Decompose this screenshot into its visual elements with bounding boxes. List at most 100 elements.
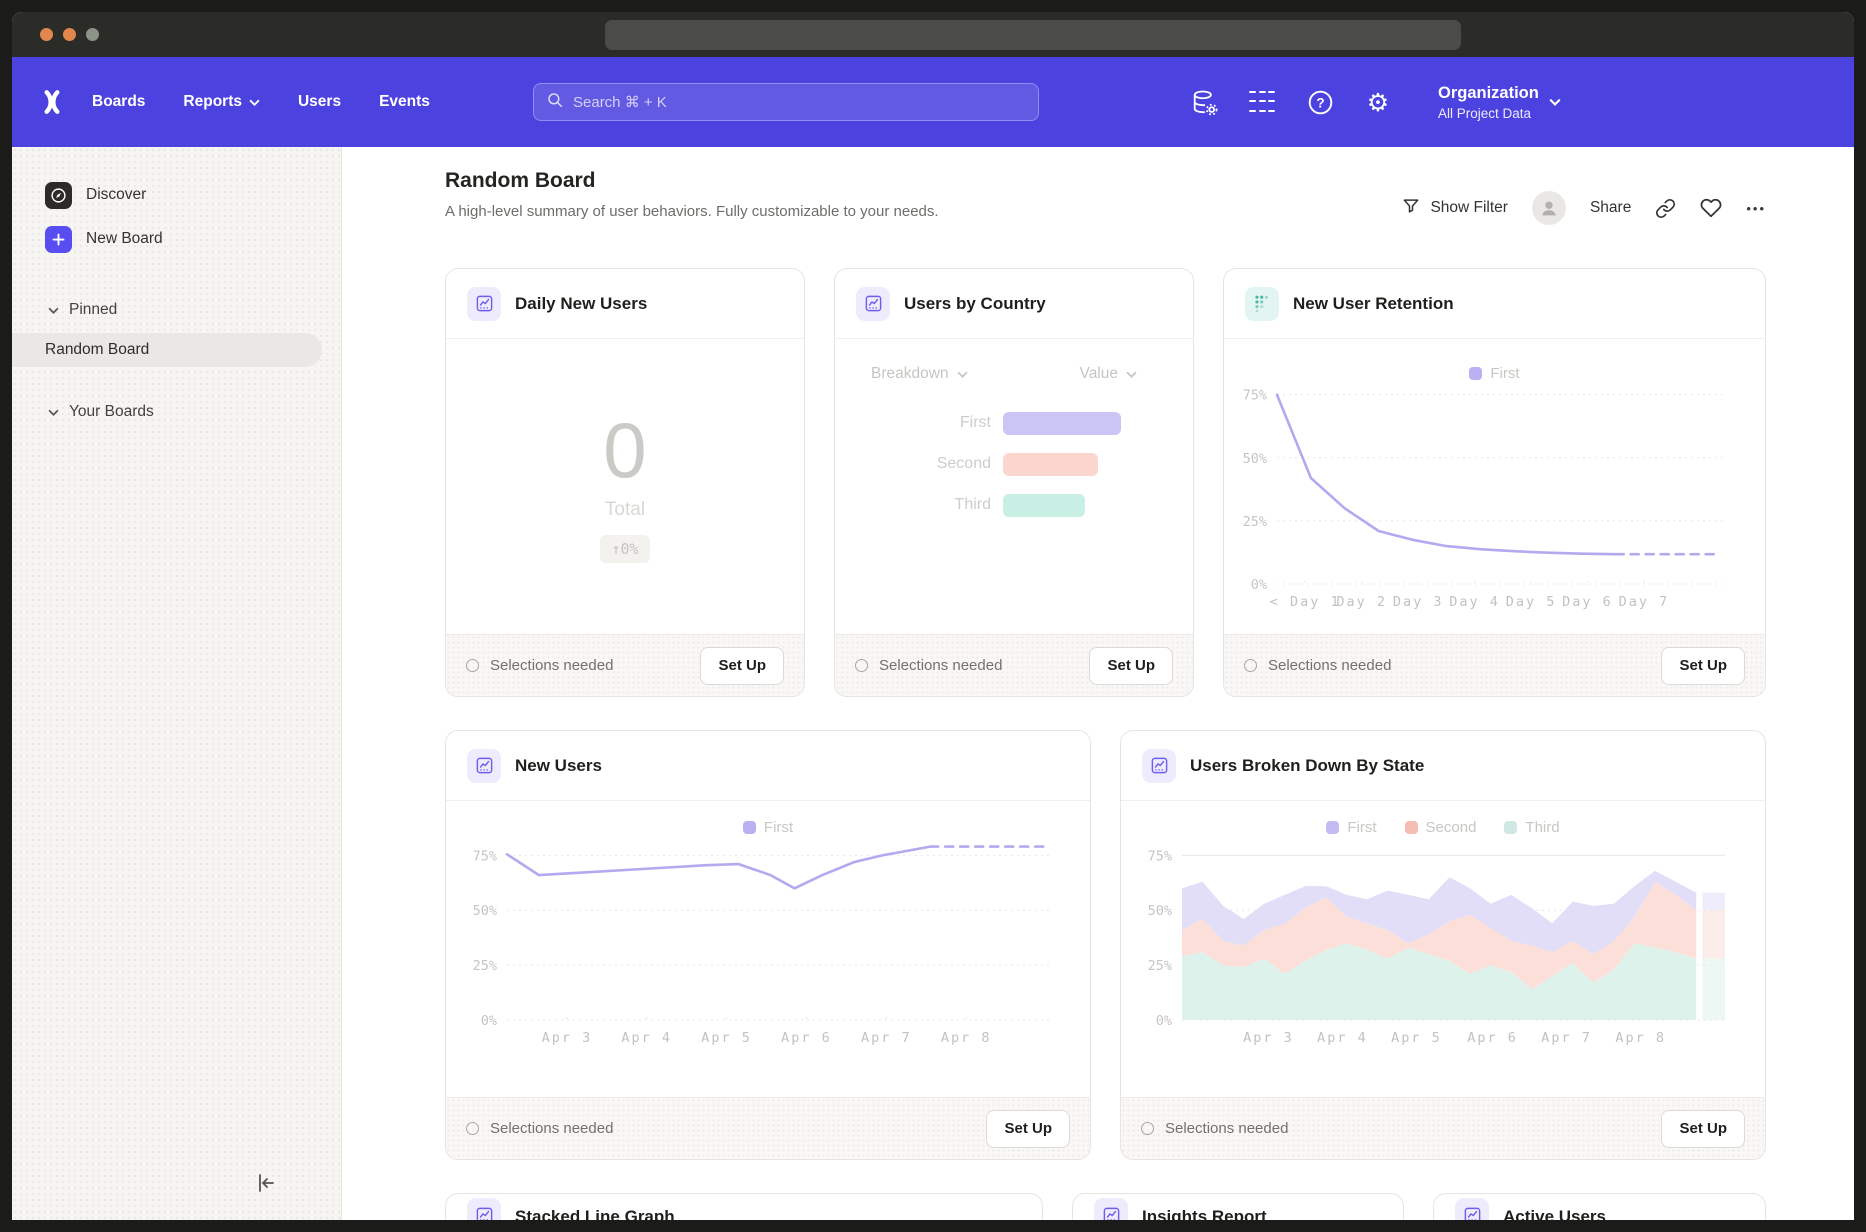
- svg-text:50%: 50%: [473, 903, 497, 919]
- avatar[interactable]: [1532, 191, 1566, 225]
- sidebar-section-pinned[interactable]: Pinned: [12, 301, 341, 319]
- svg-text:75%: 75%: [473, 848, 497, 864]
- card-header: Users Broken Down By State: [1121, 731, 1765, 801]
- nav-boards[interactable]: Boards: [92, 93, 145, 111]
- svg-text:< Day 1: < Day 1: [1270, 594, 1341, 610]
- card-header: Users by Country: [835, 269, 1193, 339]
- card-header: Stacked Line Graph: [446, 1194, 1042, 1220]
- sidebar-section-your-boards[interactable]: Your Boards: [12, 403, 341, 421]
- card-new-users: New Users First 75%50%25%0%Apr 3Apr 4Apr…: [445, 730, 1091, 1160]
- help-icon[interactable]: ?: [1306, 88, 1334, 116]
- show-filter-button[interactable]: Show Filter: [1401, 196, 1508, 221]
- card-active-users: Active Users: [1433, 1193, 1766, 1220]
- svg-text:50%: 50%: [1243, 451, 1267, 467]
- board-actions: Show Filter Share •••: [1401, 191, 1766, 225]
- card-insights-report: Insights Report: [1072, 1193, 1404, 1220]
- svg-text:Apr 8: Apr 8: [1615, 1030, 1666, 1046]
- svg-text:Day 7: Day 7: [1619, 594, 1670, 610]
- set-up-button[interactable]: Set Up: [1661, 1110, 1745, 1148]
- country-bar: [1003, 453, 1098, 476]
- chevron-down-icon: [957, 371, 968, 378]
- card-title: Users by Country: [904, 294, 1046, 314]
- new-users-chart: 75%50%25%0%Apr 3Apr 4Apr 5Apr 6Apr 7Apr …: [446, 801, 1090, 1097]
- sidebar-item-discover[interactable]: Discover: [12, 173, 341, 217]
- svg-text:0%: 0%: [481, 1013, 497, 1029]
- plus-icon: [45, 226, 72, 253]
- top-navbar: Boards Reports Users Events: [12, 57, 1854, 147]
- value-dropdown[interactable]: Value: [1080, 365, 1138, 383]
- navbar-right: ? ⚙ Organization All Project Data: [1190, 57, 1561, 147]
- page-title: Random Board: [445, 169, 939, 193]
- svg-text:Apr 8: Apr 8: [941, 1030, 992, 1046]
- country-row: First: [835, 411, 1193, 435]
- share-button[interactable]: Share: [1590, 199, 1631, 217]
- settings-gear-icon[interactable]: ⚙: [1364, 88, 1392, 116]
- card-body: First 75%50%25%0%< Day 1Day 2Day 3Day 4D…: [1224, 339, 1765, 634]
- sidebar-item-random-board[interactable]: Random Board: [12, 333, 322, 367]
- nav-reports[interactable]: Reports: [183, 93, 260, 111]
- share-label: Share: [1590, 199, 1631, 217]
- card-footer: Selections needed Set Up: [1224, 634, 1765, 696]
- window-button-1[interactable]: [40, 28, 53, 41]
- window-button-2[interactable]: [63, 28, 76, 41]
- set-up-button[interactable]: Set Up: [1661, 647, 1745, 685]
- favorite-heart-icon[interactable]: [1700, 197, 1722, 219]
- svg-text:Apr 4: Apr 4: [1317, 1030, 1368, 1046]
- card-footer: Selections needed Set Up: [446, 1097, 1090, 1159]
- svg-text:Apr 3: Apr 3: [542, 1030, 593, 1046]
- nav-users[interactable]: Users: [298, 93, 341, 111]
- country-bar-list: First Second Third: [835, 411, 1193, 517]
- svg-text:75%: 75%: [1243, 388, 1267, 404]
- country-row: Third: [835, 493, 1193, 517]
- country-row-label: Second: [835, 455, 991, 473]
- set-up-button[interactable]: Set Up: [1089, 647, 1173, 685]
- search-input[interactable]: [573, 94, 1026, 111]
- window-button-3[interactable]: [86, 28, 99, 41]
- svg-text:Apr 7: Apr 7: [861, 1030, 912, 1046]
- collapse-sidebar-icon[interactable]: [253, 1171, 277, 1200]
- breakdown-dropdown[interactable]: Breakdown: [871, 365, 968, 383]
- empty-circle-icon: [466, 659, 479, 672]
- discover-label: Discover: [86, 186, 146, 204]
- more-options-icon[interactable]: •••: [1746, 201, 1766, 216]
- svg-text:Day 3: Day 3: [1393, 594, 1444, 610]
- line-chart-icon: [1455, 1198, 1489, 1220]
- country-row-label: First: [835, 414, 991, 432]
- line-chart-icon: [467, 749, 501, 783]
- global-search[interactable]: [533, 83, 1039, 121]
- card-header: Active Users: [1434, 1194, 1765, 1220]
- svg-text:Apr 5: Apr 5: [701, 1030, 752, 1046]
- svg-text:Apr 6: Apr 6: [1467, 1030, 1518, 1046]
- svg-text:Apr 4: Apr 4: [621, 1030, 672, 1046]
- svg-text:Day 5: Day 5: [1506, 594, 1557, 610]
- card-footer: Selections needed Set Up: [835, 634, 1193, 696]
- copy-link-icon[interactable]: [1655, 198, 1676, 219]
- card-body: First 75%50%25%0%Apr 3Apr 4Apr 5Apr 6Apr…: [446, 801, 1090, 1097]
- nav-events-label: Events: [379, 93, 430, 111]
- set-up-button[interactable]: Set Up: [986, 1110, 1070, 1148]
- compass-icon: [45, 182, 72, 209]
- url-bar[interactable]: [605, 20, 1461, 50]
- line-chart-icon: [1142, 749, 1176, 783]
- sidebar-item-new-board[interactable]: New Board: [12, 217, 341, 261]
- set-up-button[interactable]: Set Up: [700, 647, 784, 685]
- org-switcher[interactable]: Organization All Project Data: [1438, 84, 1561, 121]
- card-body: FirstSecondThird 75%50%25%0%Apr 3Apr 4Ap…: [1121, 801, 1765, 1097]
- svg-text:75%: 75%: [1148, 848, 1172, 864]
- line-chart-icon: [856, 287, 890, 321]
- chevron-down-icon: [48, 409, 59, 416]
- mixpanel-logo-icon[interactable]: [34, 86, 70, 118]
- card-new-user-retention: New User Retention First 75%50%25%0%< Da…: [1223, 268, 1766, 697]
- apps-grid-icon[interactable]: [1248, 88, 1276, 116]
- data-management-icon[interactable]: [1190, 88, 1218, 116]
- card-header: New Users: [446, 731, 1090, 801]
- sidebar: Discover New Board Pinned Random Board Y…: [12, 147, 342, 1220]
- chevron-down-icon: [48, 307, 59, 314]
- nav-events[interactable]: Events: [379, 93, 430, 111]
- traffic-lights: [40, 28, 99, 41]
- search-icon: [546, 91, 564, 114]
- card-body: Breakdown Value First Second Third: [835, 339, 1193, 634]
- card-title: Stacked Line Graph: [515, 1207, 675, 1220]
- primary-nav: Boards Reports Users Events: [92, 93, 430, 111]
- svg-text:50%: 50%: [1148, 903, 1172, 919]
